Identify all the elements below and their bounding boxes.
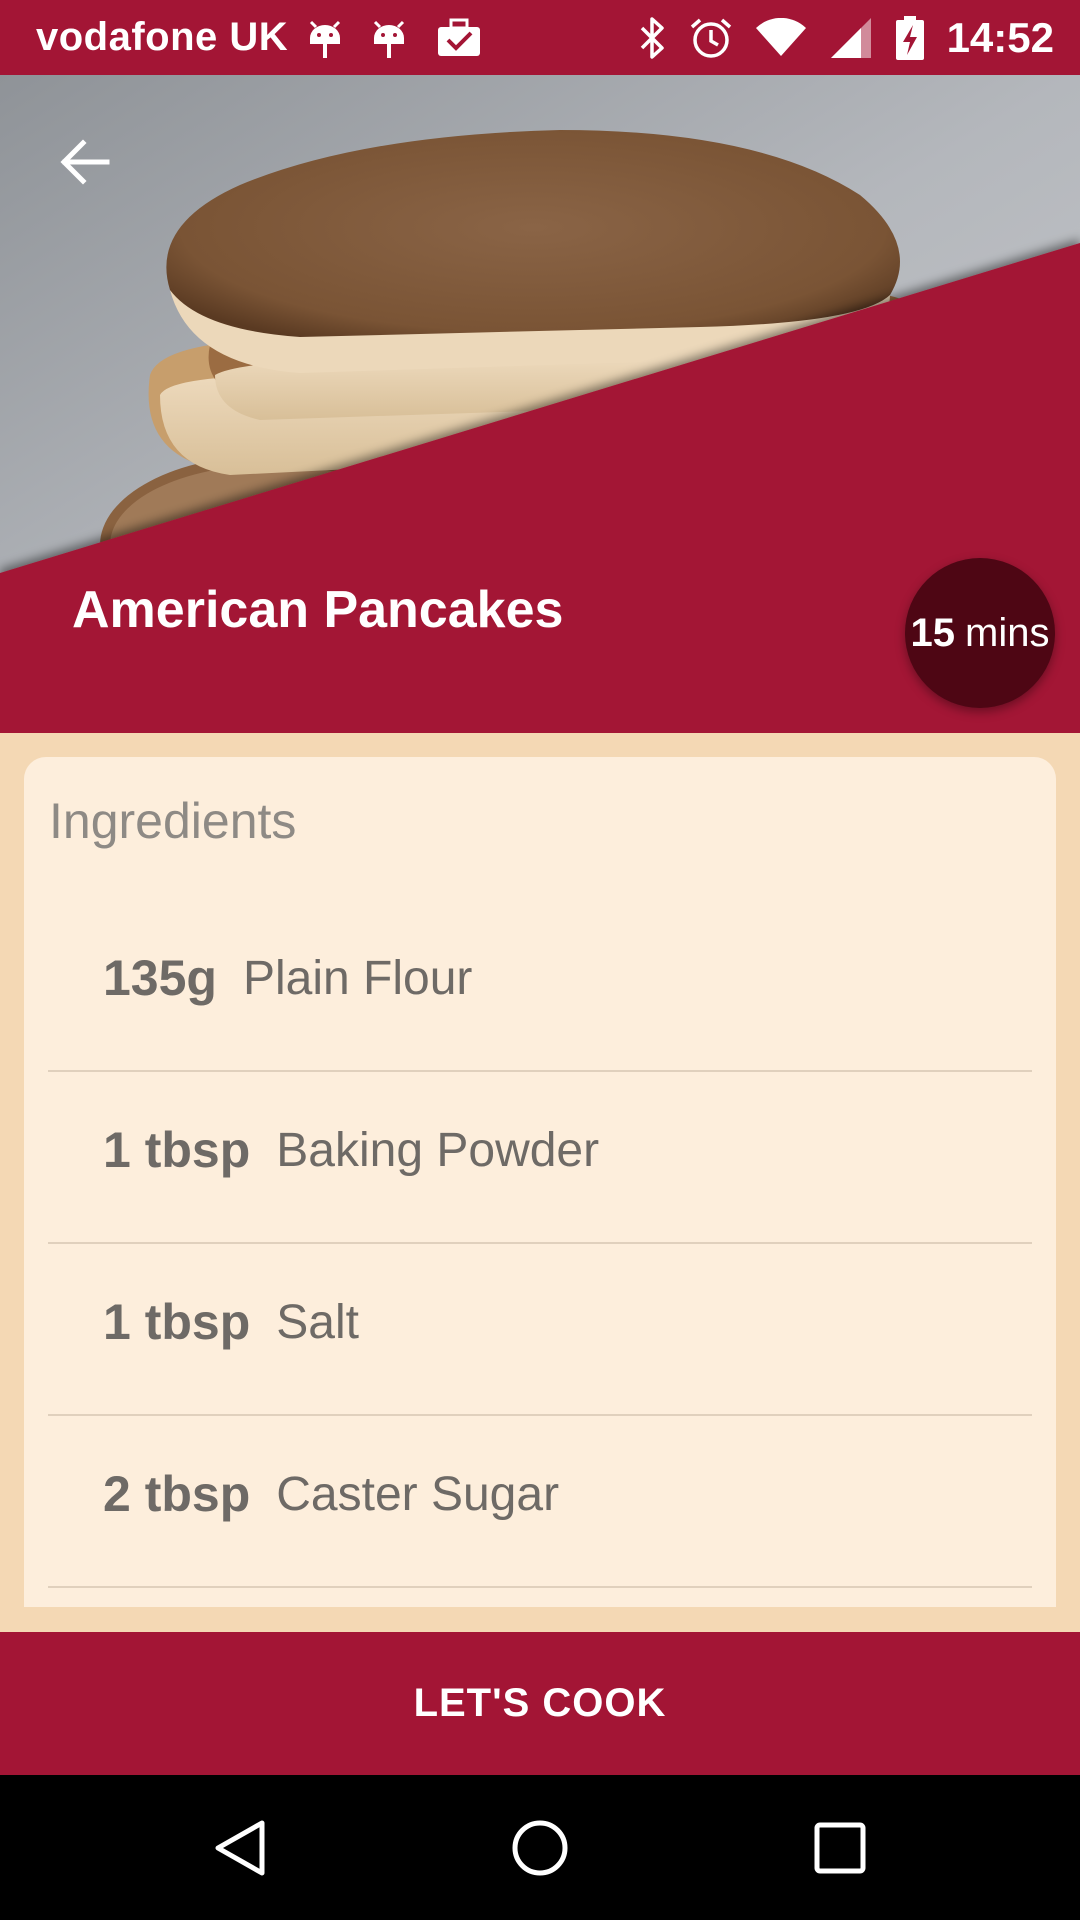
nav-recents-button[interactable]: [805, 1813, 875, 1883]
wifi-icon: [755, 17, 807, 58]
cook-time-unit: mins: [965, 610, 1050, 655]
ingredient-quantity: 2 tbsp: [103, 1466, 251, 1522]
notification-icons: [308, 16, 482, 60]
status-bar: vodafone UK 14:52: [0, 0, 1080, 75]
clock: 14:52: [946, 13, 1054, 61]
back-button[interactable]: [50, 127, 120, 197]
briefcase-check-icon: [436, 18, 482, 58]
android-icon: [308, 16, 342, 60]
system-icons: 14:52: [637, 14, 1054, 62]
ingredient-quantity: 1 tbsp: [103, 1294, 251, 1350]
ingredient-row: 2 tbsp Caster Sugar: [48, 1416, 1032, 1588]
cook-time-value: 15: [910, 610, 956, 655]
nav-back-button[interactable]: [205, 1813, 275, 1883]
bluetooth-icon: [637, 16, 667, 60]
recents-square-icon: [814, 1822, 866, 1874]
ingredient-name: Baking Powder: [276, 1123, 600, 1177]
ingredients-heading: Ingredients: [49, 793, 297, 849]
ingredients-card: Ingredients 135g Plain Flour 1 tbsp Baki…: [24, 757, 1056, 1607]
lets-cook-button[interactable]: LET'S COOK: [0, 1632, 1080, 1775]
ingredient-name: Plain Flour: [242, 951, 473, 1005]
ingredient-quantity: 1 tbsp: [103, 1122, 251, 1178]
android-icon: [372, 16, 406, 60]
carrier-name: vodafone UK: [36, 15, 289, 59]
nav-home-button[interactable]: [505, 1813, 575, 1883]
signal-icon: [829, 16, 873, 60]
arrow-left-icon: [60, 139, 110, 185]
ingredient-name: Caster Sugar: [276, 1467, 560, 1521]
battery-charging-icon: [895, 15, 925, 61]
home-circle-icon: [512, 1820, 568, 1876]
recipe-header: American Pancakes 15 mins: [0, 75, 1080, 733]
ingredient-name: Salt: [276, 1295, 359, 1349]
cook-time-badge: 15 mins: [905, 558, 1055, 708]
alarm-icon: [689, 16, 733, 60]
navigation-bar: [0, 1775, 1080, 1920]
ingredient-quantity: 135g: [103, 950, 217, 1006]
ingredient-row: 135g Plain Flour: [48, 900, 1032, 1072]
ingredients-list[interactable]: 135g Plain Flour 1 tbsp Baking Powder 1 …: [48, 900, 1032, 1588]
back-triangle-icon: [215, 1820, 265, 1876]
recipe-title: American Pancakes: [72, 581, 564, 639]
ingredient-row: 1 tbsp Salt: [48, 1244, 1032, 1416]
ingredient-row: 1 tbsp Baking Powder: [48, 1072, 1032, 1244]
